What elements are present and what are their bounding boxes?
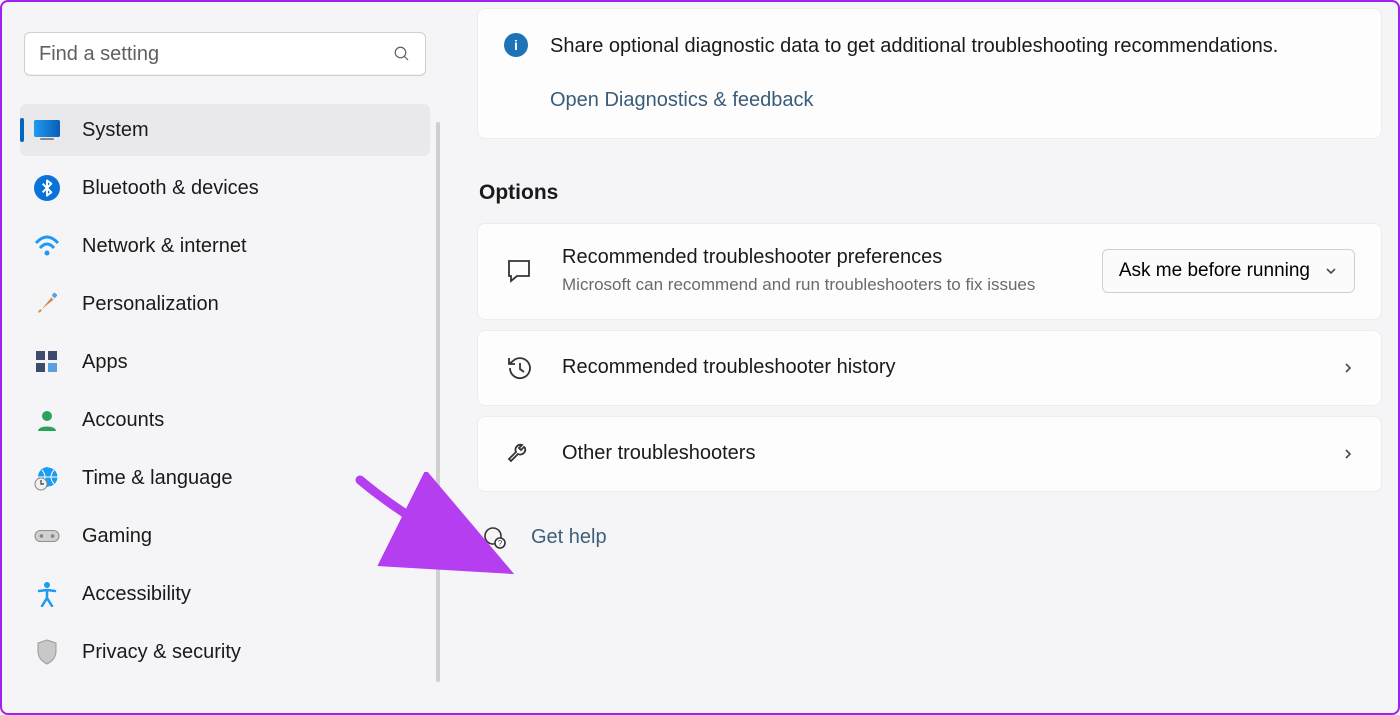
search-icon (393, 45, 411, 63)
row-subtitle: Microsoft can recommend and run troubles… (562, 273, 1102, 297)
nav-item-privacy[interactable]: Privacy & security (20, 626, 430, 678)
wrench-icon (504, 439, 534, 469)
accessibility-icon (34, 581, 60, 607)
system-icon (34, 117, 60, 143)
chevron-down-icon (1324, 264, 1338, 278)
nav-item-time-language[interactable]: Time & language (20, 452, 430, 504)
wifi-icon (34, 233, 60, 259)
clock-globe-icon (34, 465, 60, 491)
settings-sidebar: System Bluetooth & devices Network & int… (2, 2, 442, 713)
row-body: Recommended troubleshooter preferences M… (562, 246, 1102, 297)
nav-item-apps[interactable]: Apps (20, 336, 430, 388)
nav-item-bluetooth[interactable]: Bluetooth & devices (20, 162, 430, 214)
help-icon: ? (483, 526, 507, 550)
row-title: Other troubleshooters (562, 442, 1341, 465)
account-icon (34, 407, 60, 433)
history-icon (504, 353, 534, 383)
chat-bubble-icon (504, 256, 534, 286)
nav-item-accounts[interactable]: Accounts (20, 394, 430, 446)
nav-list: System Bluetooth & devices Network & int… (20, 104, 430, 678)
nav-item-system[interactable]: System (20, 104, 430, 156)
diagnostic-info-card: i Share optional diagnostic data to get … (477, 8, 1382, 139)
help-label: Get help (531, 526, 607, 549)
nav-item-network[interactable]: Network & internet (20, 220, 430, 272)
chevron-right-icon (1341, 361, 1355, 375)
dropdown-value: Ask me before running (1119, 260, 1310, 282)
nav-label: Accessibility (82, 583, 191, 606)
nav-label: Apps (82, 351, 128, 374)
nav-label: Bluetooth & devices (82, 177, 259, 200)
info-text: Share optional diagnostic data to get ad… (550, 31, 1278, 61)
nav-item-gaming[interactable]: Gaming (20, 510, 430, 562)
chevron-right-icon (1341, 447, 1355, 461)
other-troubleshooters-row[interactable]: Other troubleshooters (477, 416, 1382, 492)
row-title: Recommended troubleshooter history (562, 356, 1341, 379)
search-box[interactable] (24, 32, 426, 76)
nav-label: Network & internet (82, 235, 247, 258)
brush-icon (34, 291, 60, 317)
gamepad-icon (34, 523, 60, 549)
row-title: Recommended troubleshooter preferences (562, 246, 1102, 269)
get-help-row[interactable]: ? Get help (477, 502, 1382, 550)
shield-icon (34, 639, 60, 665)
nav-item-personalization[interactable]: Personalization (20, 278, 430, 330)
options-heading: Options (479, 181, 1382, 205)
troubleshooter-history-row[interactable]: Recommended troubleshooter history (477, 330, 1382, 406)
nav-label: Time & language (82, 467, 232, 490)
preferences-dropdown[interactable]: Ask me before running (1102, 249, 1355, 293)
nav-label: Accounts (82, 409, 164, 432)
nav-item-accessibility[interactable]: Accessibility (20, 568, 430, 620)
info-icon: i (504, 33, 528, 57)
search-input[interactable] (39, 43, 393, 66)
apps-icon (34, 349, 60, 375)
nav-label: Privacy & security (82, 641, 241, 664)
nav-label: System (82, 119, 149, 142)
svg-text:?: ? (498, 539, 503, 548)
troubleshooter-preferences-row[interactable]: Recommended troubleshooter preferences M… (477, 223, 1382, 320)
main-content: i Share optional diagnostic data to get … (477, 2, 1382, 713)
bluetooth-icon (34, 175, 60, 201)
nav-label: Personalization (82, 293, 219, 316)
sidebar-scrollbar[interactable] (436, 122, 440, 682)
open-diagnostics-link[interactable]: Open Diagnostics & feedback (550, 89, 1355, 112)
nav-label: Gaming (82, 525, 152, 548)
